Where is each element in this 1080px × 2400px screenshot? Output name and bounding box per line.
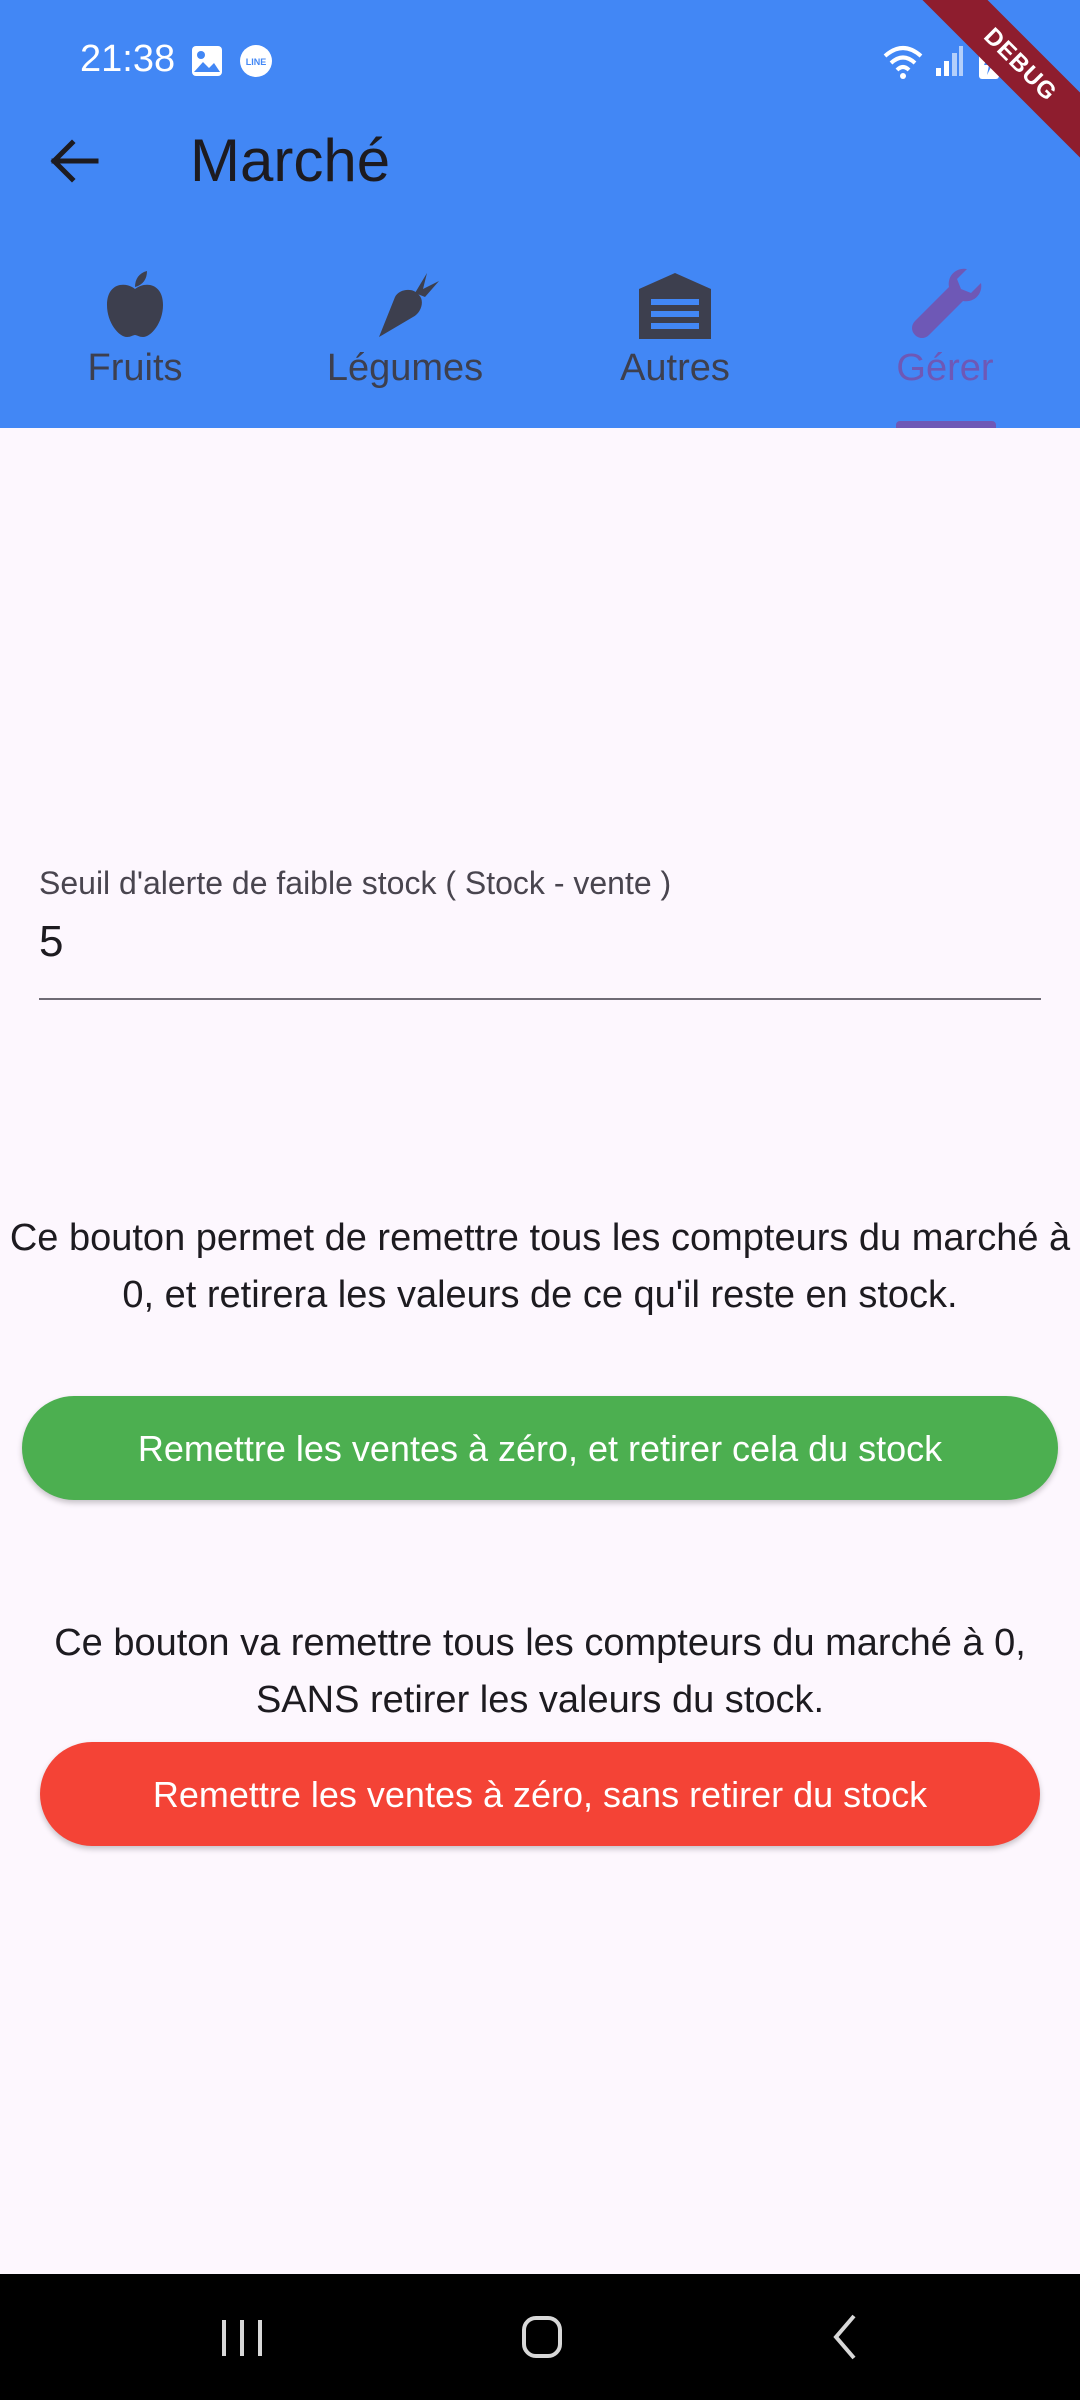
- low-stock-threshold-field[interactable]: Seuil d'alerte de faible stock ( Stock -…: [39, 860, 1041, 1000]
- svg-text:LINE: LINE: [246, 57, 267, 67]
- field-underline: [39, 998, 1041, 1000]
- threshold-label: Seuil d'alerte de faible stock ( Stock -…: [39, 865, 672, 901]
- system-nav-bar: [0, 2274, 1080, 2400]
- status-bar: 21:38 LINE: [0, 0, 1080, 120]
- signal-icon: [936, 46, 963, 76]
- wrench-icon: [912, 268, 982, 338]
- tab-legumes[interactable]: Légumes: [270, 255, 540, 425]
- tab-fruits[interactable]: Fruits: [0, 255, 270, 425]
- tab-label: Gérer: [896, 347, 994, 389]
- home-icon[interactable]: [502, 2304, 582, 2370]
- page-title: Marché: [190, 127, 391, 194]
- tab-autres[interactable]: Autres: [540, 255, 810, 425]
- reset-with-stock-button[interactable]: Remettre les ventes à zéro, et retirer c…: [22, 1396, 1058, 1500]
- tab-label: Fruits: [87, 347, 183, 389]
- apple-icon: [107, 271, 163, 337]
- tab-gerer[interactable]: Gérer: [810, 255, 1080, 425]
- carrot-icon: [379, 273, 439, 337]
- tab-label: Légumes: [326, 347, 484, 389]
- selected-tab-indicator: [896, 421, 996, 428]
- gallery-icon: [192, 46, 222, 76]
- line-app-icon: LINE: [240, 45, 272, 77]
- reset-without-stock-description: Ce bouton va remettre tous les compteurs…: [54, 1622, 1026, 1721]
- warehouse-icon: [639, 273, 711, 339]
- back-arrow-icon[interactable]: [40, 126, 110, 196]
- threshold-input[interactable]: 5: [39, 912, 1041, 972]
- status-time: 21:38: [80, 38, 176, 80]
- back-icon[interactable]: [806, 2304, 886, 2370]
- reset-without-stock-button[interactable]: Remettre les ventes à zéro, sans retirer…: [40, 1742, 1040, 1846]
- app-bar: 21:38 LINE Marché Fruits Légumes Autres …: [0, 0, 1080, 428]
- wifi-icon: [883, 46, 923, 79]
- tab-label: Autres: [620, 347, 730, 389]
- reset-with-stock-description: Ce bouton permet de remettre tous les co…: [9, 1217, 1071, 1316]
- recent-apps-icon[interactable]: [202, 2304, 282, 2370]
